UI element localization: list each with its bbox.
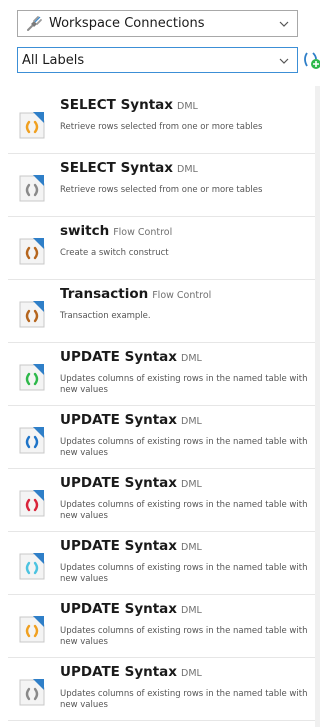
workspace-connections-dropdown[interactable]: Workspace Connections bbox=[17, 10, 298, 37]
snippet-category: Flow Control bbox=[113, 227, 173, 238]
snippet-title: UPDATE Syntax DML bbox=[60, 412, 202, 428]
add-label-icon[interactable] bbox=[302, 50, 320, 70]
code-document-icon bbox=[19, 364, 45, 391]
code-document-icon bbox=[19, 553, 45, 580]
snippet-list: SELECT Syntax DML Retrieve rows selected … bbox=[0, 86, 316, 727]
snippet-item[interactable]: UPDATE Syntax DML Updates columns of exis… bbox=[0, 406, 315, 469]
snippet-description: Retrieve rows selected from one or more … bbox=[60, 185, 263, 195]
snippet-category: DML bbox=[181, 479, 202, 490]
snippet-category: DML bbox=[181, 542, 202, 553]
code-document-icon bbox=[19, 238, 45, 265]
snippet-description: Retrieve rows selected from one or more … bbox=[60, 122, 263, 132]
snippet-title-text: UPDATE Syntax bbox=[60, 664, 177, 680]
snippet-title-text: UPDATE Syntax bbox=[60, 349, 177, 365]
code-document-icon bbox=[19, 616, 45, 643]
snippet-title: switch Flow Control bbox=[60, 223, 172, 239]
labels-filter-dropdown[interactable]: All Labels bbox=[17, 47, 298, 73]
snippet-title-text: switch bbox=[60, 223, 110, 239]
snippet-title: UPDATE Syntax DML bbox=[60, 538, 202, 554]
snippet-title: SELECT Syntax DML bbox=[60, 160, 198, 176]
plug-icon bbox=[27, 15, 42, 31]
chevron-down-icon bbox=[279, 21, 289, 27]
snippet-category: DML bbox=[181, 605, 202, 616]
snippet-title: SELECT Syntax DML bbox=[60, 97, 198, 113]
snippet-title: UPDATE Syntax DML bbox=[60, 664, 202, 680]
snippet-description: Updates columns of existing rows in the … bbox=[60, 437, 308, 458]
toolbar: Workspace Connections All Labels bbox=[0, 0, 320, 86]
snippet-description: Updates columns of existing rows in the … bbox=[60, 500, 308, 521]
snippet-description: Updates columns of existing rows in the … bbox=[60, 626, 308, 647]
snippet-description: Updates columns of existing rows in the … bbox=[60, 563, 308, 584]
labels-filter-label: All Labels bbox=[22, 52, 85, 68]
snippet-title-text: UPDATE Syntax bbox=[60, 475, 177, 491]
snippet-title-text: SELECT Syntax bbox=[60, 97, 173, 113]
snippet-title-text: UPDATE Syntax bbox=[60, 538, 177, 554]
snippet-title: UPDATE Syntax DML bbox=[60, 475, 202, 491]
divider bbox=[8, 720, 315, 721]
code-document-icon bbox=[19, 679, 45, 706]
snippet-item[interactable]: switch Flow Control Create a switch const… bbox=[0, 217, 315, 280]
snippet-description: Updates columns of existing rows in the … bbox=[60, 374, 308, 395]
snippet-description: Transaction example. bbox=[60, 311, 151, 321]
snippet-title: UPDATE Syntax DML bbox=[60, 349, 202, 365]
snippet-title-text: Transaction bbox=[60, 286, 149, 302]
snippet-category: DML bbox=[177, 101, 198, 112]
snippet-category: Flow Control bbox=[152, 290, 212, 301]
snippet-title: Transaction Flow Control bbox=[60, 286, 211, 302]
code-document-icon bbox=[19, 175, 45, 202]
workspace-connections-label: Workspace Connections bbox=[49, 16, 205, 31]
snippet-item[interactable]: UPDATE Syntax DML Updates columns of exis… bbox=[0, 595, 315, 658]
snippet-item[interactable]: UPDATE Syntax DML Updates columns of exis… bbox=[0, 343, 315, 406]
snippet-title-text: UPDATE Syntax bbox=[60, 601, 177, 617]
scrollbar[interactable] bbox=[315, 86, 320, 727]
code-document-icon bbox=[19, 427, 45, 454]
snippet-category: DML bbox=[181, 353, 202, 364]
snippet-item[interactable]: UPDATE Syntax DML Updates columns of exis… bbox=[0, 658, 315, 721]
snippet-description: Updates columns of existing rows in the … bbox=[60, 689, 308, 710]
snippet-title: UPDATE Syntax DML bbox=[60, 601, 202, 617]
chevron-down-icon bbox=[279, 58, 289, 64]
snippet-category: DML bbox=[181, 668, 202, 679]
snippet-description: Create a switch construct bbox=[60, 248, 169, 258]
snippet-item[interactable]: SELECT Syntax DML Retrieve rows selected … bbox=[0, 91, 315, 154]
snippet-category: DML bbox=[177, 164, 198, 175]
snippet-item[interactable]: UPDATE Syntax DML Updates columns of exis… bbox=[0, 532, 315, 595]
snippet-title-text: SELECT Syntax bbox=[60, 160, 173, 176]
code-document-icon bbox=[19, 112, 45, 139]
snippet-title-text: UPDATE Syntax bbox=[60, 412, 177, 428]
code-document-icon bbox=[19, 301, 45, 328]
code-document-icon bbox=[19, 490, 45, 517]
snippet-item[interactable]: Transaction Flow Control Transaction exam… bbox=[0, 280, 315, 343]
snippet-item[interactable]: UPDATE Syntax DML Updates columns of exis… bbox=[0, 469, 315, 532]
snippet-item[interactable]: SELECT Syntax DML Retrieve rows selected … bbox=[0, 154, 315, 217]
snippet-category: DML bbox=[181, 416, 202, 427]
